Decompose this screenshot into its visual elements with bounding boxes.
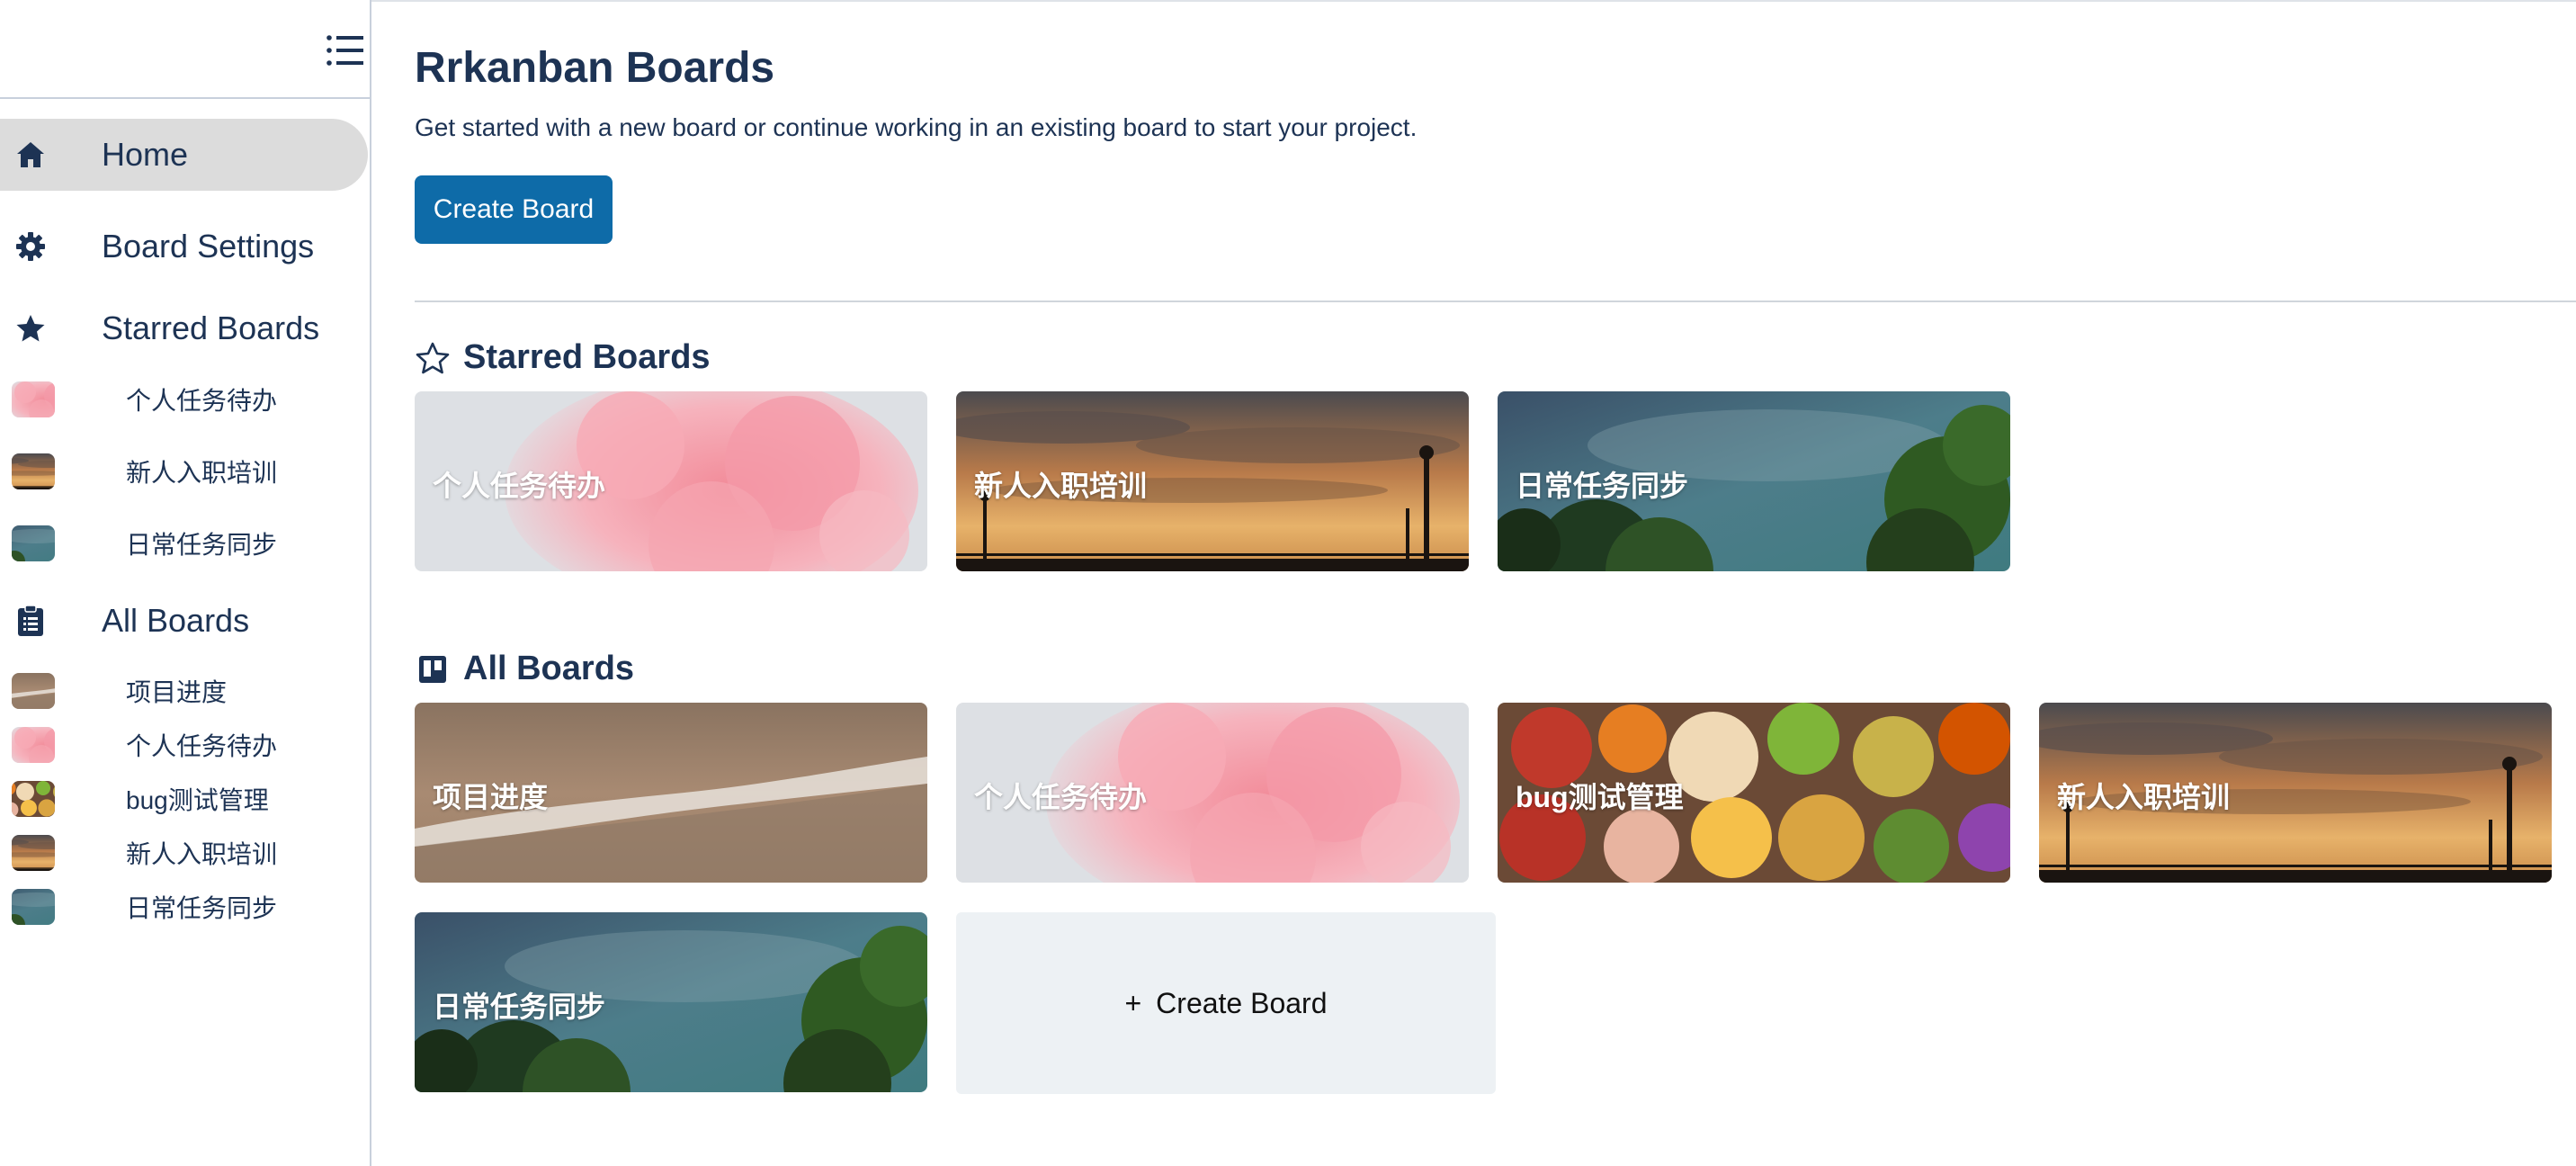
- star-outline-icon: [415, 340, 451, 376]
- sidebar-item-all-boards[interactable]: All Boards: [0, 585, 370, 657]
- sidebar-board-label: 个人任务待办: [126, 732, 278, 760]
- sidebar-board-item[interactable]: 日常任务同步: [0, 516, 370, 570]
- board-card-title: 日常任务同步: [1516, 470, 1689, 502]
- board-card-title: 日常任务同步: [433, 991, 606, 1023]
- sidebar-item-label: Board Settings: [102, 228, 315, 265]
- sidebar-board-item[interactable]: 新人入职培训: [0, 444, 370, 498]
- board-thumbnail: [12, 889, 55, 925]
- board-card[interactable]: 个人任务待办: [956, 703, 1469, 883]
- clipboard-icon: [13, 603, 49, 639]
- sidebar-board-label: 日常任务同步: [126, 894, 278, 922]
- board-thumbnail: [12, 453, 55, 489]
- board-card-title: 个人任务待办: [974, 781, 1148, 813]
- sidebar: Home Board Settings Starred Boards 个人任务待…: [0, 0, 371, 1166]
- sidebar-item-label: Home: [102, 136, 189, 173]
- sidebar-item-label: Starred Boards: [102, 309, 320, 346]
- board-icon: [415, 651, 451, 687]
- sidebar-board-label: 个人任务待办: [126, 387, 278, 415]
- star-icon: [13, 310, 49, 346]
- board-card[interactable]: 日常任务同步: [1498, 391, 2010, 571]
- sidebar-board-item[interactable]: 新人入职培训: [0, 826, 370, 880]
- board-thumbnail: [12, 381, 55, 417]
- sidebar-board-item[interactable]: 个人任务待办: [0, 718, 370, 772]
- board-card[interactable]: bug测试管理: [1498, 703, 2010, 883]
- sidebar-board-item[interactable]: 日常任务同步: [0, 880, 370, 934]
- board-card-title: 新人入职培训: [974, 470, 1148, 502]
- sidebar-board-label: bug测试管理: [126, 786, 269, 814]
- sidebar-item-label: All Boards: [102, 602, 250, 639]
- board-card-title: 个人任务待办: [433, 470, 606, 502]
- all-boards-heading: All Boards: [415, 650, 634, 688]
- board-thumbnail: [12, 525, 55, 561]
- board-card-title: 新人入职培训: [2057, 781, 2231, 813]
- sidebar-item-board-settings[interactable]: Board Settings: [0, 211, 370, 283]
- board-card-title: 项目进度: [433, 781, 549, 813]
- board-thumbnail: [12, 835, 55, 871]
- sidebar-board-label: 日常任务同步: [126, 531, 278, 559]
- board-thumbnail: [12, 781, 55, 817]
- sidebar-item-home[interactable]: Home: [0, 119, 368, 191]
- board-thumbnail: [12, 673, 55, 709]
- page-subtitle: Get started with a new board or continue…: [415, 113, 1418, 141]
- board-card-title: bug测试管理: [1516, 781, 1684, 813]
- sidebar-header: [0, 0, 370, 99]
- section-divider: [415, 300, 2576, 302]
- create-board-card[interactable]: + Create Board: [956, 912, 1496, 1094]
- list-icon[interactable]: [326, 32, 365, 68]
- sidebar-board-item[interactable]: bug测试管理: [0, 772, 370, 826]
- sidebar-board-item[interactable]: 个人任务待办: [0, 372, 370, 426]
- sidebar-board-label: 新人入职培训: [126, 459, 278, 487]
- home-icon: [13, 137, 49, 173]
- board-thumbnail: [12, 727, 55, 763]
- board-card[interactable]: 日常任务同步: [415, 912, 927, 1092]
- plus-icon: +: [1124, 986, 1142, 1019]
- section-title: Starred Boards: [463, 338, 711, 376]
- sidebar-board-label: 项目进度: [126, 678, 228, 706]
- board-card[interactable]: 个人任务待办: [415, 391, 927, 571]
- starred-boards-heading: Starred Boards: [415, 338, 711, 377]
- sidebar-board-item[interactable]: 项目进度: [0, 664, 370, 718]
- gear-icon: [13, 229, 49, 265]
- create-board-card-label: Create Board: [1156, 986, 1328, 1019]
- top-border: [0, 0, 2576, 2]
- create-board-button[interactable]: Create Board: [415, 175, 613, 244]
- page-title: Rrkanban Boards: [415, 44, 775, 92]
- board-card[interactable]: 新人入职培训: [2039, 703, 2552, 883]
- section-title: All Boards: [463, 650, 635, 687]
- sidebar-board-label: 新人入职培训: [126, 840, 278, 868]
- board-card[interactable]: 新人入职培训: [956, 391, 1469, 571]
- sidebar-item-starred-boards[interactable]: Starred Boards: [0, 292, 370, 364]
- board-card[interactable]: 项目进度: [415, 703, 927, 883]
